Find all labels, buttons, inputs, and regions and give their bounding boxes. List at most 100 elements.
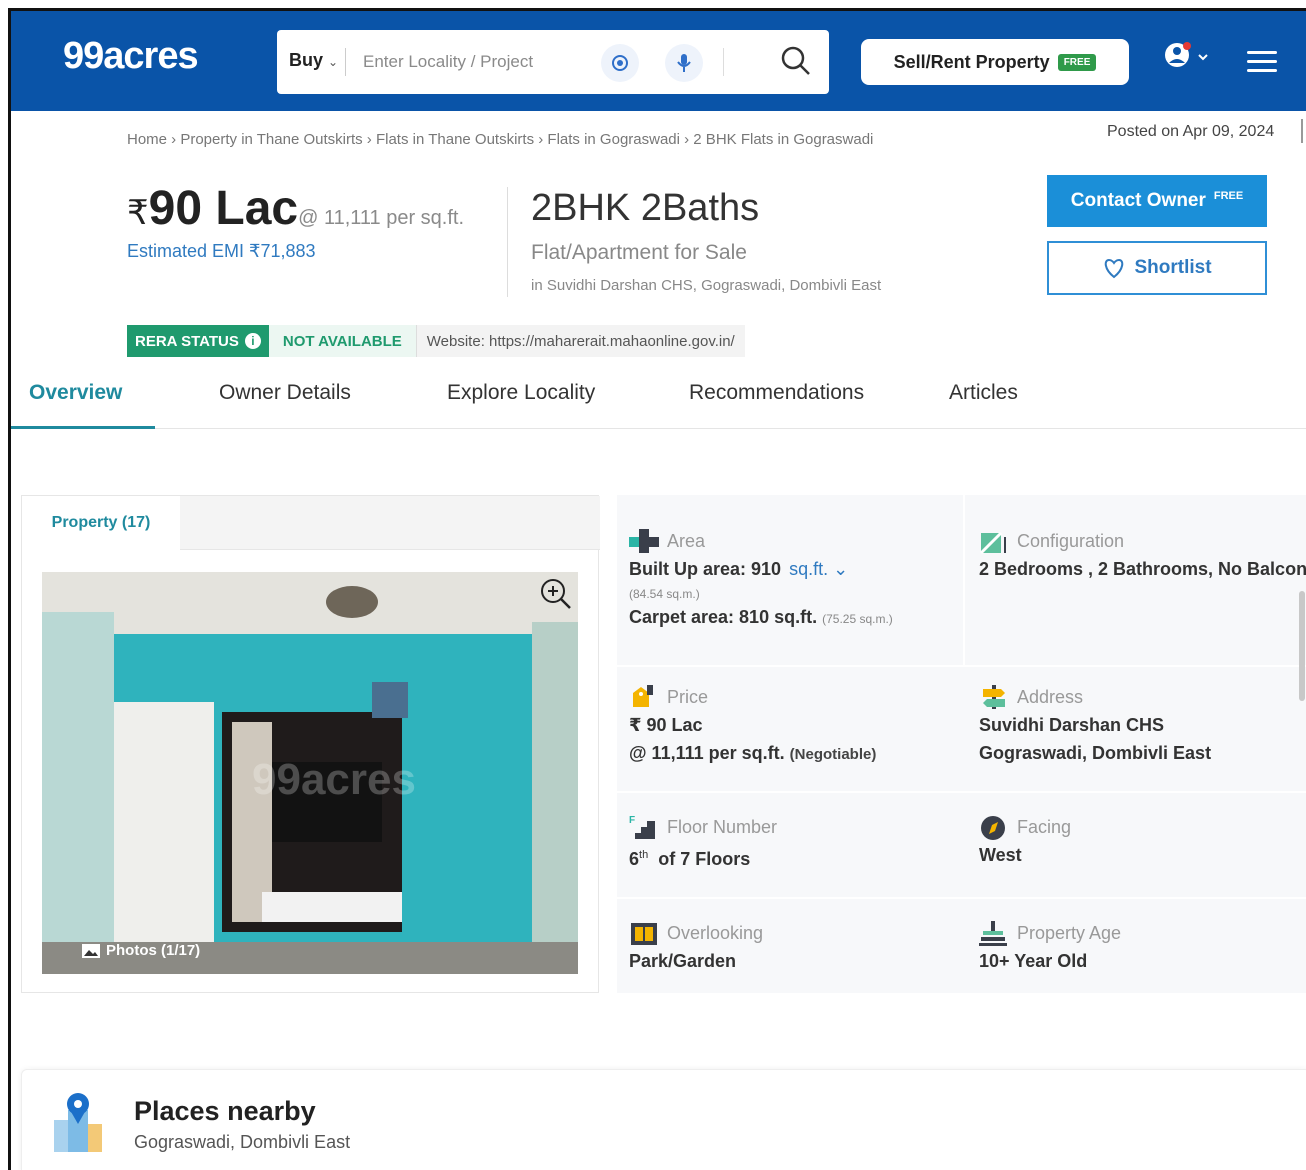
hamburger-menu-icon[interactable] (1247, 51, 1277, 75)
active-tab-indicator (11, 426, 155, 429)
rupee-symbol: ₹ (127, 194, 149, 232)
detail-area: Area Built Up area: 910 sq.ft. ⌄ (84.54 s… (617, 517, 957, 643)
divider (345, 48, 346, 76)
info-icon[interactable]: i (244, 333, 261, 349)
detail-address: Address Suvidhi Darshan CHS Gograswadi, … (967, 673, 1306, 777)
page-frame: 99acres Buy ⌄ Sell/Rent Property FREE (8, 8, 1306, 1170)
area-label: Area (667, 530, 706, 551)
tab-articles[interactable]: Articles (949, 381, 1018, 405)
area-unit-dropdown[interactable]: sq.ft. ⌄ (789, 559, 848, 579)
builtup-area: Built Up area: 910 (629, 559, 782, 579)
floor-suffix: th (639, 849, 649, 861)
facing-value: West (979, 845, 1022, 865)
shortlist-button[interactable]: Shortlist (1047, 241, 1267, 295)
divider (507, 187, 508, 297)
detail-property-age: Property Age 10+ Year Old (967, 909, 1306, 985)
location-target-icon[interactable] (601, 44, 639, 82)
map-pin-buildings-icon (54, 1093, 102, 1152)
tab-explore-locality[interactable]: Explore Locality (447, 381, 595, 405)
signpost-icon (983, 685, 1005, 709)
building-age-icon (979, 921, 1007, 946)
top-navbar: 99acres Buy ⌄ Sell/Rent Property FREE (11, 11, 1306, 111)
heart-icon (1105, 258, 1124, 279)
detail-configuration: Configuration 2 Bedrooms , 2 Bathrooms, … (967, 517, 1306, 593)
floor-label: Floor Number (667, 816, 778, 837)
facing-label: Facing (1017, 816, 1072, 837)
property-photo[interactable]: 99acres (42, 572, 578, 974)
property-details-grid: Area Built Up area: 910 sq.ft. ⌄ (84.54 s… (617, 495, 1306, 993)
tab-overview[interactable]: Overview (29, 381, 122, 405)
divider (617, 665, 1306, 667)
free-tag: FREE (1213, 190, 1244, 202)
detail-overlooking: Overlooking Park/Garden (617, 909, 957, 985)
section-tabs: Overview Owner Details Explore Locality … (11, 371, 1306, 429)
divider (963, 495, 965, 665)
rera-status-label: RERA STATUS (135, 332, 239, 350)
free-badge: FREE (1057, 53, 1097, 71)
rera-status-badge[interactable]: RERA STATUS i (127, 325, 269, 357)
photos-caption: Photos (1/17) (106, 942, 201, 959)
tab-owner-details[interactable]: Owner Details (219, 381, 351, 405)
property-location: in Suvidhi Darshan CHS, Gograswadi, Domb… (531, 277, 882, 294)
chevron-down-icon: ⌄ (833, 559, 849, 579)
price-value: ₹ 90 Lac (629, 715, 703, 735)
watermark: 99acres (252, 755, 416, 804)
carpet-sqm: (75.25 sq.m.) (822, 612, 893, 626)
rera-value: NOT AVAILABLE (268, 325, 416, 357)
zoom-in-icon[interactable] (538, 576, 574, 612)
divider (617, 791, 1306, 793)
address-label: Address (1017, 686, 1084, 707)
sell-rent-property-button[interactable]: Sell/Rent Property FREE (861, 39, 1129, 85)
floor-number: 6 (629, 849, 640, 869)
logo[interactable]: 99acres (63, 35, 199, 78)
address-line1: Suvidhi Darshan CHS (979, 715, 1165, 735)
gallery-tab-property[interactable]: Property (17) (22, 496, 180, 550)
builtup-sqm: (84.54 sq.m.) (629, 587, 700, 601)
floor-total: of 7 Floors (658, 849, 751, 869)
scrollbar-thumb[interactable] (1299, 591, 1305, 701)
photos-counter[interactable]: Photos (1/17) (82, 942, 200, 959)
chevron-down-icon: ⌄ (328, 55, 339, 69)
rera-website[interactable]: Website: https://maharerait.mahaonline.g… (415, 325, 745, 357)
price-amount: 90 Lac (148, 182, 299, 235)
property-age-value: 10+ Year Old (979, 951, 1088, 971)
area-unit-label: sq.ft. (789, 559, 829, 579)
search-icon[interactable] (779, 44, 813, 78)
overlooking-label: Overlooking (667, 922, 764, 943)
property-age-label: Property Age (1017, 922, 1122, 943)
tab-recommendations[interactable]: Recommendations (689, 381, 864, 405)
divider (1301, 119, 1303, 143)
search-input[interactable] (363, 48, 573, 76)
rera-strip: RERA STATUS i NOT AVAILABLE Website: http… (127, 325, 745, 357)
detail-facing: Facing West (967, 803, 1306, 879)
configuration-label: Configuration (1017, 530, 1125, 551)
contact-owner-button[interactable]: Contact Owner FREE (1047, 175, 1267, 227)
contact-owner-label: Contact Owner (1070, 190, 1206, 211)
price-per-sqft-detail: @ 11,111 per sq.ft. (629, 743, 785, 763)
overlooking-value: Park/Garden (629, 951, 737, 971)
area-icon (629, 529, 659, 553)
detail-floor: F Floor Number 6th of 7 Floors (617, 803, 957, 883)
user-account-icon[interactable] (1161, 41, 1211, 77)
price-label: Price (667, 686, 709, 707)
breadcrumb[interactable]: Home › Property in Thane Outskirts › Fla… (127, 131, 873, 148)
emi-link[interactable]: Estimated EMI ₹71,883 (127, 241, 316, 262)
configuration-value: 2 Bedrooms , 2 Bathrooms, No Balcony (979, 559, 1306, 579)
sell-rent-label: Sell/Rent Property (893, 51, 1050, 72)
buy-dropdown[interactable]: Buy ⌄ (289, 50, 338, 71)
posted-date: Posted on Apr 09, 2024 (1107, 123, 1275, 140)
property-title: 2BHK 2Baths (531, 187, 760, 229)
price-per-sqft: @ 11,111 per sq.ft. (298, 207, 465, 229)
property-type: Flat/Apartment for Sale (531, 241, 747, 264)
search-bar: Buy ⌄ (277, 30, 829, 94)
places-nearby-subtitle: Gograswadi, Dombivli East (134, 1132, 351, 1152)
window-icon (631, 923, 657, 945)
price-heading: ₹90 Lac@ 11,111 per sq.ft. (127, 181, 464, 236)
places-nearby-card: Places nearby Gograswadi, Dombivli East (21, 1069, 1306, 1170)
negotiable-tag: (Negotiable) (789, 746, 877, 763)
gallery-tab-bar (180, 496, 600, 550)
image-icon (82, 943, 100, 958)
configuration-icon (979, 531, 1006, 555)
microphone-icon[interactable] (665, 44, 703, 82)
address-line2: Gograswadi, Dombivli East (979, 743, 1212, 763)
